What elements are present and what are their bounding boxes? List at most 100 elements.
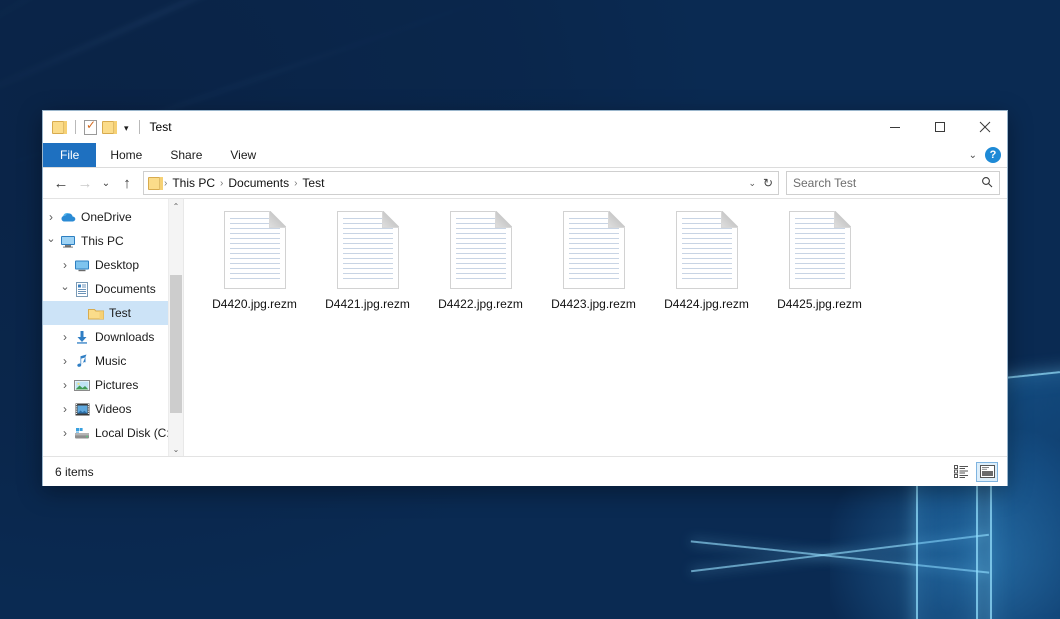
forward-arrow-icon[interactable]: → xyxy=(74,172,96,194)
back-arrow-icon[interactable]: ← xyxy=(50,172,72,194)
navigation-pane: OneDrive This PC Desktop Documents Test Downl… xyxy=(43,199,184,456)
sidebar-item-videos[interactable]: Videos xyxy=(43,397,183,421)
close-icon[interactable] xyxy=(962,111,1007,142)
breadcrumb-item-test[interactable]: Test xyxy=(298,176,328,190)
chevron-right-icon[interactable] xyxy=(43,210,59,224)
file-item[interactable]: D4421.jpg.rezm xyxy=(311,211,424,331)
sidebar-item-desktop[interactable]: Desktop xyxy=(43,253,183,277)
chevron-right-icon[interactable] xyxy=(57,330,73,344)
window-body: OneDrive This PC Desktop Documents Test Downl… xyxy=(43,198,1007,456)
refresh-icon[interactable]: ↻ xyxy=(763,176,773,190)
view-buttons xyxy=(950,462,998,482)
toolbar-separator xyxy=(139,120,140,134)
document-fold-corner xyxy=(834,211,851,228)
generic-document-icon xyxy=(224,211,286,289)
navigation-tree: OneDrive This PC Desktop Documents Test Downl… xyxy=(43,205,183,445)
search-icon[interactable] xyxy=(981,176,993,191)
title-bar: Test xyxy=(43,111,1007,143)
chevron-down-icon[interactable] xyxy=(57,283,73,296)
sidebar-item-onedrive[interactable]: OneDrive xyxy=(43,205,183,229)
document-fold-corner xyxy=(721,211,738,228)
tab-home[interactable]: Home xyxy=(96,143,156,167)
chevron-down-icon[interactable]: ⌄ xyxy=(748,178,756,189)
videos-icon xyxy=(73,403,91,416)
file-item[interactable]: D4425.jpg.rezm xyxy=(763,211,876,331)
sidebar-item-local-disk-c[interactable]: Local Disk (C:) xyxy=(43,421,183,445)
window-controls xyxy=(872,111,1007,142)
generic-document-icon xyxy=(789,211,851,289)
pictures-icon xyxy=(73,379,91,392)
chevron-right-icon[interactable] xyxy=(57,378,73,392)
file-explorer-window: Test File Home Share View ⌄ ? ← → ⌄ ↑ xyxy=(42,110,1008,486)
sidebar-item-label: Pictures xyxy=(91,378,138,392)
sidebar-item-this-pc[interactable]: This PC xyxy=(43,229,183,253)
breadcrumb-item-this-pc[interactable]: This PC xyxy=(168,176,219,190)
file-name-label: D4420.jpg.rezm xyxy=(212,297,297,311)
file-name-label: D4423.jpg.rezm xyxy=(551,297,636,311)
details-view-button[interactable] xyxy=(950,462,972,482)
sidebar-item-music[interactable]: Music xyxy=(43,349,183,373)
sidebar-item-label: Local Disk (C:) xyxy=(91,426,174,440)
document-fold-corner xyxy=(382,211,399,228)
onedrive-cloud-icon xyxy=(59,211,77,223)
document-fold-corner xyxy=(269,211,286,228)
breadcrumb[interactable]: › This PC › Documents › Test ⌄ ↻ xyxy=(143,171,779,195)
scroll-up-icon[interactable]: ⌃ xyxy=(169,199,183,213)
file-name-label: D4425.jpg.rezm xyxy=(777,297,862,311)
file-grid: D4420.jpg.rezm D4421.jpg.rezm D4422.jpg.re… xyxy=(198,211,1007,331)
music-icon xyxy=(73,354,91,368)
address-bar: ← → ⌄ ↑ › This PC › Documents › Test ⌄ ↻… xyxy=(43,168,1007,198)
item-count-label: 6 items xyxy=(55,465,94,479)
large-icons-view-button[interactable] xyxy=(976,462,998,482)
up-arrow-icon[interactable]: ↑ xyxy=(116,172,138,194)
sidebar-scrollbar[interactable]: ⌃ ⌄ xyxy=(168,199,183,456)
ribbon-tab-bar: File Home Share View ⌄ ? xyxy=(43,143,1007,168)
file-list-pane[interactable]: D4420.jpg.rezm D4421.jpg.rezm D4422.jpg.re… xyxy=(184,199,1007,456)
file-name-label: D4421.jpg.rezm xyxy=(325,297,410,311)
chevron-down-icon[interactable] xyxy=(43,235,59,248)
toolbar-separator xyxy=(75,120,76,134)
file-item[interactable]: D4422.jpg.rezm xyxy=(424,211,537,331)
sidebar-item-label: Documents xyxy=(91,282,156,296)
file-item[interactable]: D4423.jpg.rezm xyxy=(537,211,650,331)
quick-access-toolbar: Test xyxy=(43,120,172,135)
recent-locations-icon[interactable]: ⌄ xyxy=(98,172,114,194)
chevron-right-icon[interactable] xyxy=(57,354,73,368)
help-button[interactable]: ? xyxy=(985,147,1001,163)
sidebar-item-label: OneDrive xyxy=(77,210,132,224)
customize-caret-icon[interactable] xyxy=(122,124,131,133)
file-item[interactable]: D4420.jpg.rezm xyxy=(198,211,311,331)
sidebar-item-label: Videos xyxy=(91,402,131,416)
tab-view[interactable]: View xyxy=(216,143,270,167)
chevron-right-icon[interactable] xyxy=(57,402,73,416)
breadcrumb-item-documents[interactable]: Documents xyxy=(224,176,293,190)
search-input[interactable]: Search Test xyxy=(786,171,1000,195)
local-disk-icon xyxy=(73,427,91,440)
properties-icon[interactable] xyxy=(84,120,97,135)
document-fold-corner xyxy=(608,211,625,228)
sidebar-item-test[interactable]: Test xyxy=(43,301,183,325)
scroll-down-icon[interactable]: ⌄ xyxy=(169,442,183,456)
chevron-right-icon[interactable] xyxy=(57,426,73,440)
sidebar-item-label: This PC xyxy=(77,234,124,248)
chevron-right-icon[interactable] xyxy=(57,258,73,272)
scrollbar-thumb[interactable] xyxy=(170,275,182,413)
generic-document-icon xyxy=(563,211,625,289)
document-fold-corner xyxy=(495,211,512,228)
new-folder-icon[interactable] xyxy=(102,121,117,134)
file-name-label: D4424.jpg.rezm xyxy=(664,297,749,311)
sidebar-item-downloads[interactable]: Downloads xyxy=(43,325,183,349)
sidebar-item-pictures[interactable]: Pictures xyxy=(43,373,183,397)
ribbon-right-controls: ⌄ ? xyxy=(969,143,1001,167)
tab-share[interactable]: Share xyxy=(156,143,216,167)
file-item[interactable]: D4424.jpg.rezm xyxy=(650,211,763,331)
tab-file[interactable]: File xyxy=(43,143,96,167)
minimize-icon[interactable] xyxy=(872,111,917,142)
maximize-icon[interactable] xyxy=(917,111,962,142)
sidebar-item-label: Test xyxy=(105,306,131,320)
sidebar-item-documents[interactable]: Documents xyxy=(43,277,183,301)
generic-document-icon xyxy=(676,211,738,289)
search-placeholder: Search Test xyxy=(793,176,856,190)
chevron-down-icon[interactable]: ⌄ xyxy=(969,150,977,161)
folder-icon[interactable] xyxy=(52,121,67,134)
